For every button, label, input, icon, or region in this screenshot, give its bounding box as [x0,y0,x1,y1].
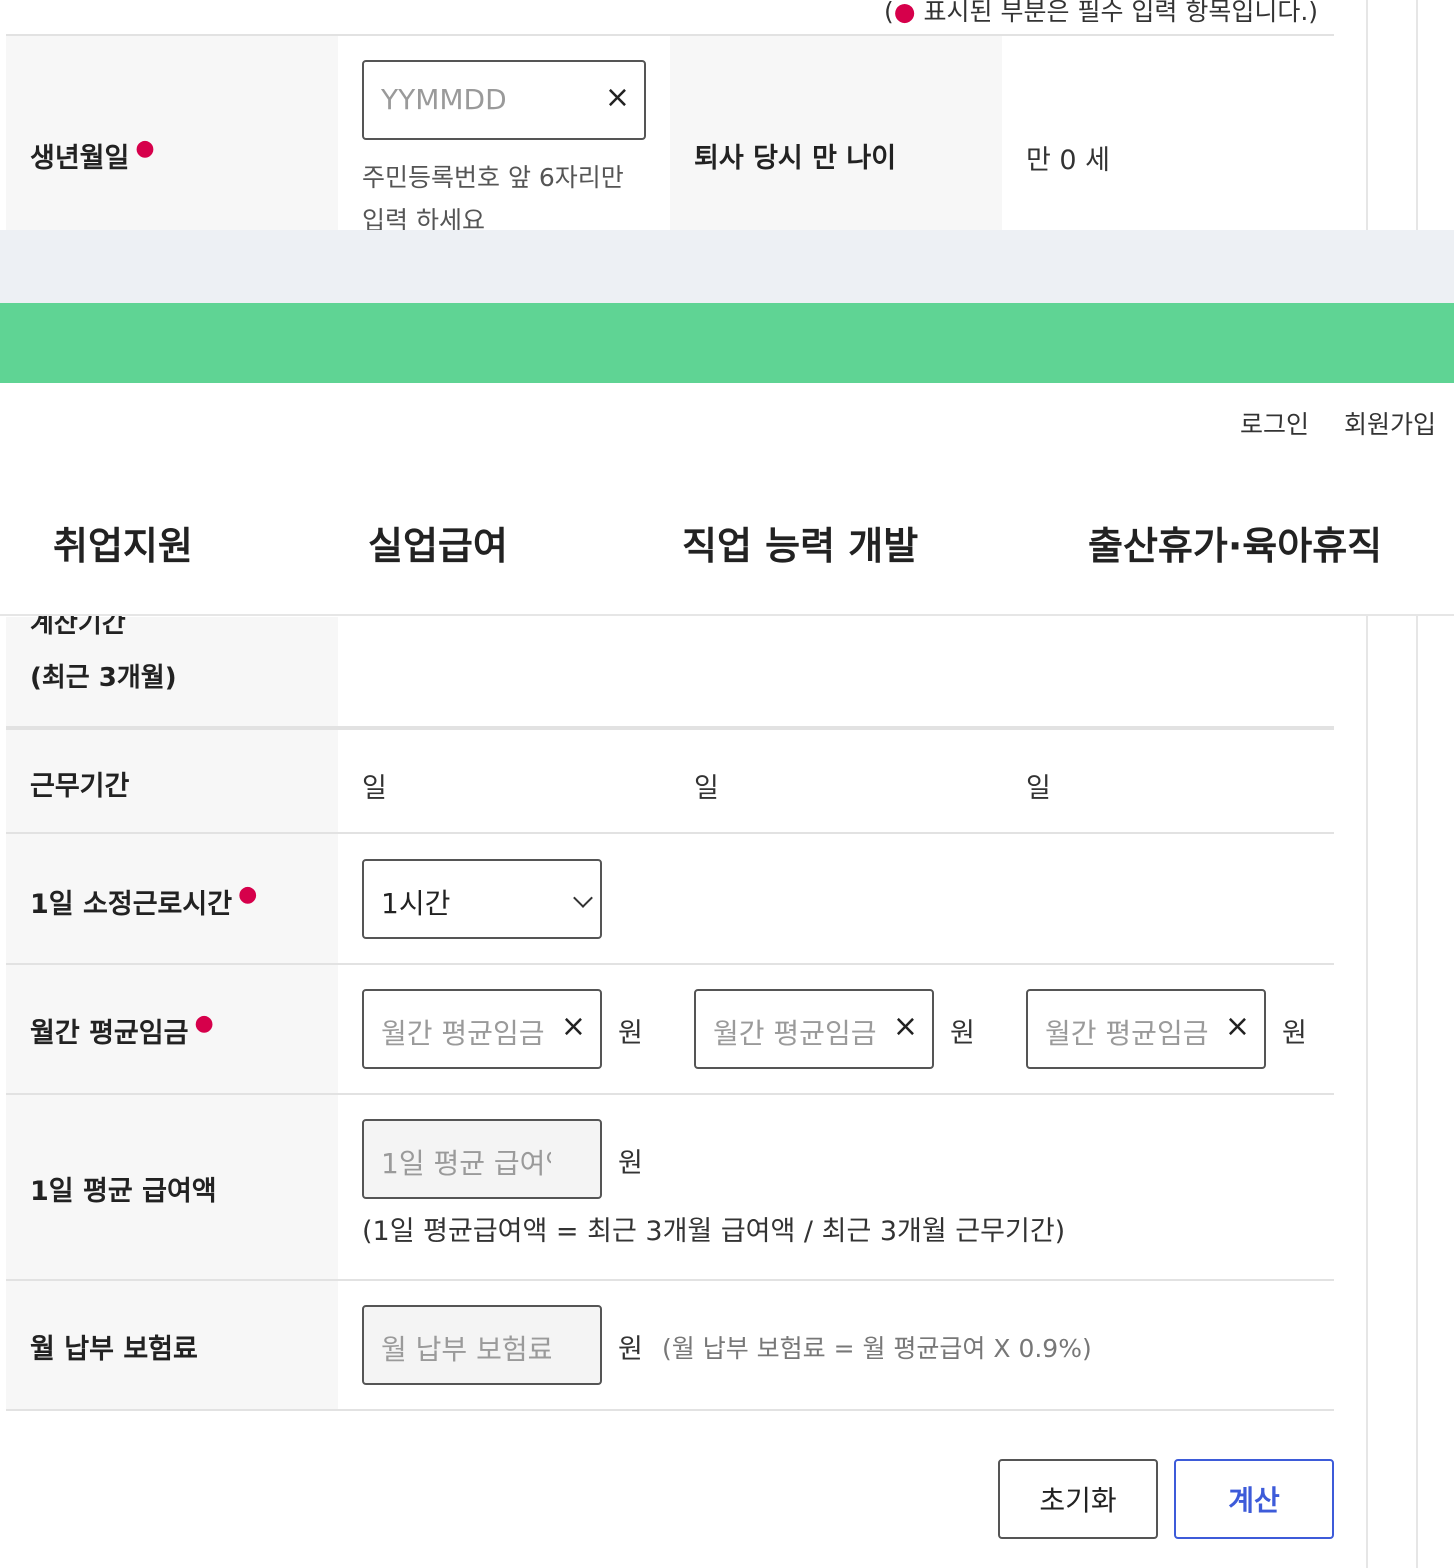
work-days-unit: 일 [362,773,387,804]
work-days-label: 근무기간 [30,771,130,802]
monthly-wage-label: 월간 평균임금 ● [30,1011,214,1049]
monthly-wage-input-1[interactable]: 월간 평균임금 × [362,989,602,1069]
nav-item-vocational[interactable]: 직업 능력 개발 [682,515,918,570]
work-days-unit: 일 [1026,773,1051,804]
won-unit: 원 [618,1334,643,1365]
login-link[interactable]: 로그인 [1240,405,1309,441]
monthly-wage-row: 월간 평균임금 ● 월간 평균임금 × 원 월간 평균임금 × 원 월간 평균임금… [6,965,1334,1095]
required-dot-icon: ● [135,136,155,161]
won-unit: 원 [1282,1018,1307,1049]
required-dot-icon: ● [893,0,916,26]
site-header-overlay: 로그인 회원가입 취업지원 실업급여 직업 능력 개발 출산휴가·육아휴직 [0,383,1454,616]
insurance-formula: (월 납부 보험료 = 월 평균급여 X 0.9%) [662,1334,1092,1363]
clear-icon[interactable]: × [893,1009,918,1044]
won-unit: 원 [618,1148,643,1179]
nav-item-maternity[interactable]: 출산휴가·육아휴직 [1088,515,1382,570]
daily-hours-row: 1일 소정근로시간 ● 1시간 [6,834,1334,965]
nav-item-employment[interactable]: 취업지원 [53,515,193,570]
won-unit: 원 [618,1018,643,1049]
age-label: 퇴사 당시 만 나이 [694,143,897,174]
green-banner [0,303,1454,383]
daily-pay-label: 1일 평균 급여액 [30,1176,217,1207]
calculate-button[interactable]: 계산 [1174,1459,1334,1539]
birth-row: 생년월일 ● YYMMDD × 주민등록번호 앞 6자리만 입력 하세요 퇴사 당… [6,34,1334,235]
monthly-wage-input-2[interactable]: 월간 평균임금 × [694,989,934,1069]
required-dot-icon: ● [194,1011,214,1036]
daily-pay-row: 1일 평균 급여액 1일 평균 급여액 원 (1일 평균급여액 = 최근 3개월… [6,1095,1334,1281]
required-note: (● 표시된 부분은 필수 입력 항목입니다.) [884,0,1318,28]
nav-item-unemployment[interactable]: 실업급여 [368,515,508,570]
age-label-cell [670,36,1002,232]
won-unit: 원 [950,1018,975,1049]
required-dot-icon: ● [238,882,258,907]
work-days-row: 근무기간 일 일 일 [6,728,1334,834]
insurance-label: 월 납부 보험료 [30,1334,198,1365]
insurance-row: 월 납부 보험료 월 납부 보험료 원 (월 납부 보험료 = 월 평균급여 X… [6,1281,1334,1411]
birth-label-cell [6,36,338,232]
monthly-wage-input-3[interactable]: 월간 평균임금 × [1026,989,1266,1069]
daily-pay-formula: (1일 평균급여액 = 최근 3개월 급여액 / 최근 3개월 근무기간) [362,1216,1066,1247]
clear-icon[interactable]: × [1225,1009,1250,1044]
age-value: 만 0 세 [1026,145,1111,176]
period-row: 계산기간 (최근 3개월) [6,609,1334,728]
period-sublabel: (최근 3개월) [30,663,177,693]
gray-band [0,230,1454,303]
daily-hours-select[interactable]: 1시간 [362,859,602,939]
chevron-down-icon [573,888,593,908]
insurance-output: 월 납부 보험료 [362,1305,602,1385]
daily-pay-output: 1일 평균 급여액 [362,1119,602,1199]
birthdate-input[interactable]: YYMMDD × [362,60,646,140]
signup-link[interactable]: 회원가입 [1344,405,1436,441]
birth-label: 생년월일 ● [30,136,155,174]
reset-button[interactable]: 초기화 [998,1459,1158,1539]
clear-icon[interactable]: × [561,1009,586,1044]
clear-icon[interactable]: × [605,80,630,115]
daily-hours-label: 1일 소정근로시간 ● [30,882,258,920]
work-days-unit: 일 [694,773,719,804]
